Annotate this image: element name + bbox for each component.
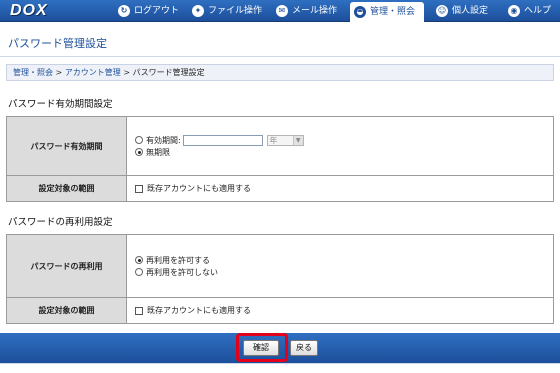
app-logo: DOX — [10, 2, 48, 19]
radio-reuse-allow[interactable] — [135, 256, 143, 264]
expiry-unlimited-row: 無期限 — [135, 146, 553, 158]
radio-period-label: 有効期間: — [146, 135, 181, 145]
expiry-apply-existing-label: 既存アカウントにも適用する — [147, 184, 251, 193]
radio-reuse-allow-label: 再利用を許可する — [146, 255, 210, 265]
admin-icon: ◒ — [354, 6, 366, 18]
expiry-settings-table: パスワード有効期間 有効期間: 年 ▼ 無期限 設定対象の範囲 既存アカウントに… — [6, 116, 554, 202]
breadcrumb-link-account[interactable]: アカウント管理 — [65, 68, 121, 77]
expiry-apply-existing-checkbox[interactable] — [135, 184, 143, 193]
title-divider — [0, 56, 560, 57]
expiry-label: パスワード有効期間 — [6, 116, 127, 176]
nav-label: ヘルプ — [524, 6, 552, 16]
confirm-highlight-box — [236, 333, 288, 362]
breadcrumb-separator: > — [55, 68, 63, 77]
page-title: パスワード管理設定 — [8, 37, 107, 50]
reuse-label: パスワードの再利用 — [6, 234, 127, 298]
mail-icon: ✉ — [276, 5, 288, 17]
nav-label: 個人設定 — [452, 6, 489, 16]
radio-reuse-deny[interactable] — [135, 268, 143, 276]
breadcrumb-link-admin[interactable]: 管理・照会 — [13, 68, 53, 77]
radio-unlimited-label: 無期限 — [146, 147, 170, 157]
reuse-apply-existing-checkbox[interactable] — [135, 306, 143, 315]
period-input[interactable] — [182, 134, 263, 146]
period-unit-select[interactable]: 年 ▼ — [266, 134, 304, 146]
expiry-period-row: 有効期間: 年 ▼ — [135, 134, 553, 146]
section-heading-reuse: パスワードの再利用設定 — [8, 217, 113, 228]
nav-personal[interactable]: ☺ 個人設定 — [432, 0, 488, 22]
nav-logout[interactable]: ↻ ログアウト — [114, 0, 179, 22]
nav-label: 管理・照会 — [370, 7, 416, 17]
help-icon: ◉ — [508, 5, 520, 17]
reuse-scope-label: 設定対象の範囲 — [6, 297, 127, 324]
nav-label: ファイル操作 — [208, 6, 263, 16]
nav-help[interactable]: ◉ ヘルプ — [504, 0, 551, 22]
nav-label: ログアウト — [134, 6, 180, 16]
back-button[interactable]: 戻る — [290, 340, 318, 356]
person-icon: ☺ — [436, 5, 448, 17]
nav-label: メール操作 — [292, 6, 338, 16]
radio-unlimited[interactable] — [135, 148, 143, 156]
radio-reuse-deny-label: 再利用を許可しない — [146, 267, 218, 277]
reuse-settings-table: パスワードの再利用 再利用を許可する 再利用を許可しない 設定対象の範囲 既存ア… — [6, 234, 554, 324]
logout-icon: ↻ — [118, 5, 130, 17]
section-heading-expiry: パスワード有効期間設定 — [8, 99, 113, 110]
top-navigation-bar: DOX ↻ ログアウト ✦ ファイル操作 ✉ メール操作 ◒ 管理・照会 ☺ 個… — [0, 0, 560, 22]
nav-admin[interactable]: ◒ 管理・照会 — [350, 2, 424, 22]
nav-mail[interactable]: ✉ メール操作 — [272, 0, 337, 22]
period-unit-value: 年 — [269, 135, 278, 145]
chevron-down-icon: ▼ — [292, 135, 303, 145]
nav-file-ops[interactable]: ✦ ファイル操作 — [188, 0, 262, 22]
file-ops-icon: ✦ — [192, 5, 204, 17]
breadcrumb-current: パスワード管理設定 — [132, 68, 205, 77]
expiry-scope-label: 設定対象の範囲 — [6, 175, 127, 202]
breadcrumb: 管理・照会 > アカウント管理 > パスワード管理設定 — [6, 64, 554, 81]
reuse-apply-existing-label: 既存アカウントにも適用する — [147, 306, 251, 315]
breadcrumb-separator: > — [123, 68, 131, 77]
radio-period[interactable] — [135, 136, 143, 144]
footer-strip — [0, 363, 560, 373]
